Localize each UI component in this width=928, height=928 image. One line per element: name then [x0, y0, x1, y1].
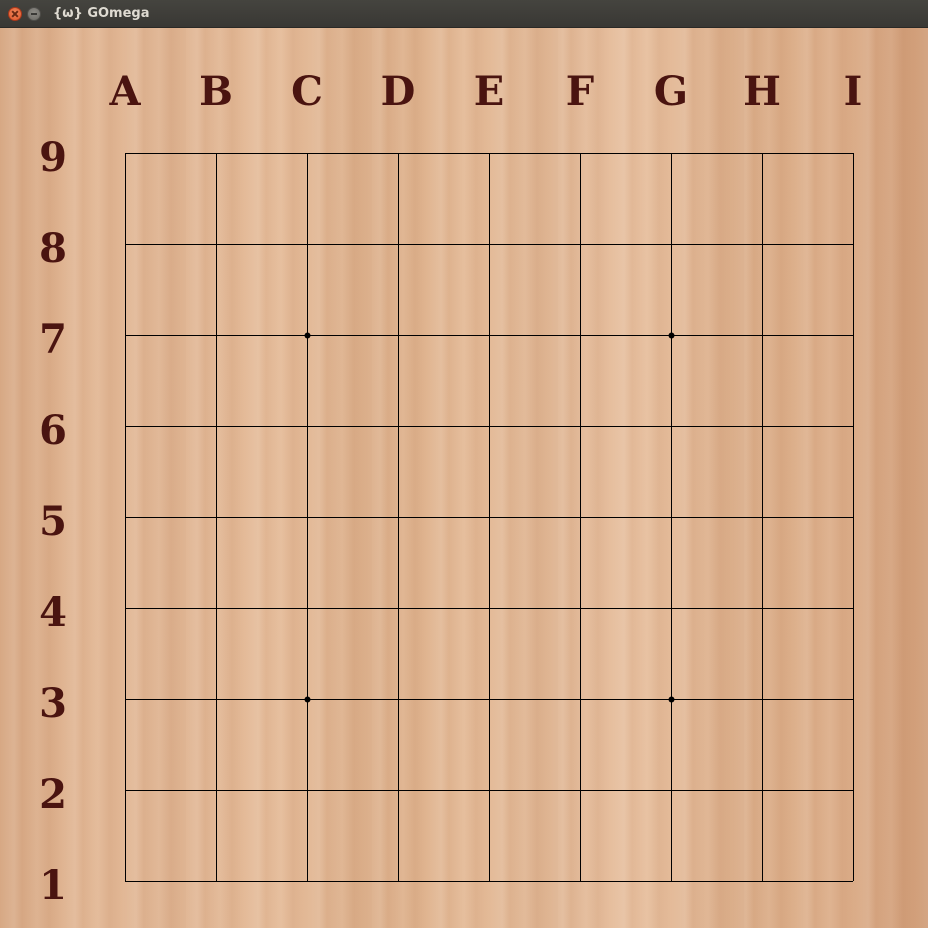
- intersection-D5[interactable]: [378, 497, 418, 537]
- board-grid[interactable]: [0, 28, 928, 928]
- intersection-F6[interactable]: [560, 406, 600, 446]
- intersection-F1[interactable]: [560, 861, 600, 901]
- intersection-E8[interactable]: [469, 224, 509, 264]
- intersection-I3[interactable]: [833, 679, 873, 719]
- intersection-G6[interactable]: [651, 406, 691, 446]
- intersection-E7[interactable]: [469, 315, 509, 355]
- intersection-D6[interactable]: [378, 406, 418, 446]
- intersection-F9[interactable]: [560, 133, 600, 173]
- intersection-G1[interactable]: [651, 861, 691, 901]
- intersection-A6[interactable]: [105, 406, 145, 446]
- intersection-F8[interactable]: [560, 224, 600, 264]
- intersection-B4[interactable]: [196, 588, 236, 628]
- intersection-I2[interactable]: [833, 770, 873, 810]
- intersection-I7[interactable]: [833, 315, 873, 355]
- intersection-A1[interactable]: [105, 861, 145, 901]
- intersection-E5[interactable]: [469, 497, 509, 537]
- intersection-A2[interactable]: [105, 770, 145, 810]
- intersection-D4[interactable]: [378, 588, 418, 628]
- intersection-D2[interactable]: [378, 770, 418, 810]
- intersection-B3[interactable]: [196, 679, 236, 719]
- intersection-H4[interactable]: [742, 588, 782, 628]
- intersection-B7[interactable]: [196, 315, 236, 355]
- intersection-C8[interactable]: [287, 224, 327, 264]
- intersection-A5[interactable]: [105, 497, 145, 537]
- intersection-F5[interactable]: [560, 497, 600, 537]
- intersection-F2[interactable]: [560, 770, 600, 810]
- intersection-G3[interactable]: [651, 679, 691, 719]
- intersection-D1[interactable]: [378, 861, 418, 901]
- intersection-I1[interactable]: [833, 861, 873, 901]
- intersection-H3[interactable]: [742, 679, 782, 719]
- intersection-C3[interactable]: [287, 679, 327, 719]
- title-bar[interactable]: {ω} GOmega: [0, 0, 928, 28]
- intersection-A8[interactable]: [105, 224, 145, 264]
- intersection-F7[interactable]: [560, 315, 600, 355]
- intersection-A9[interactable]: [105, 133, 145, 173]
- app-window: {ω} GOmega ABCDEFGHI 987654321: [0, 0, 928, 928]
- intersection-B2[interactable]: [196, 770, 236, 810]
- intersection-E9[interactable]: [469, 133, 509, 173]
- intersection-A4[interactable]: [105, 588, 145, 628]
- intersection-I4[interactable]: [833, 588, 873, 628]
- intersection-E6[interactable]: [469, 406, 509, 446]
- intersection-F4[interactable]: [560, 588, 600, 628]
- window-title: {ω} GOmega: [53, 6, 150, 21]
- intersection-C9[interactable]: [287, 133, 327, 173]
- intersection-D8[interactable]: [378, 224, 418, 264]
- intersection-I5[interactable]: [833, 497, 873, 537]
- intersection-B6[interactable]: [196, 406, 236, 446]
- intersection-H7[interactable]: [742, 315, 782, 355]
- intersection-E1[interactable]: [469, 861, 509, 901]
- intersection-B1[interactable]: [196, 861, 236, 901]
- intersection-D7[interactable]: [378, 315, 418, 355]
- intersection-G2[interactable]: [651, 770, 691, 810]
- intersection-C1[interactable]: [287, 861, 327, 901]
- intersection-C5[interactable]: [287, 497, 327, 537]
- intersection-H6[interactable]: [742, 406, 782, 446]
- intersection-E2[interactable]: [469, 770, 509, 810]
- intersection-B9[interactable]: [196, 133, 236, 173]
- intersection-B8[interactable]: [196, 224, 236, 264]
- intersection-I9[interactable]: [833, 133, 873, 173]
- intersection-G4[interactable]: [651, 588, 691, 628]
- intersection-B5[interactable]: [196, 497, 236, 537]
- go-board[interactable]: ABCDEFGHI 987654321: [0, 28, 928, 928]
- intersection-H5[interactable]: [742, 497, 782, 537]
- intersection-A3[interactable]: [105, 679, 145, 719]
- intersection-E3[interactable]: [469, 679, 509, 719]
- intersection-G8[interactable]: [651, 224, 691, 264]
- intersection-H8[interactable]: [742, 224, 782, 264]
- intersection-E4[interactable]: [469, 588, 509, 628]
- intersection-H1[interactable]: [742, 861, 782, 901]
- intersection-C7[interactable]: [287, 315, 327, 355]
- intersection-H2[interactable]: [742, 770, 782, 810]
- intersection-C4[interactable]: [287, 588, 327, 628]
- intersection-C6[interactable]: [287, 406, 327, 446]
- intersection-G5[interactable]: [651, 497, 691, 537]
- intersection-F3[interactable]: [560, 679, 600, 719]
- intersection-I8[interactable]: [833, 224, 873, 264]
- intersection-C2[interactable]: [287, 770, 327, 810]
- intersection-H9[interactable]: [742, 133, 782, 173]
- intersection-D9[interactable]: [378, 133, 418, 173]
- intersection-G9[interactable]: [651, 133, 691, 173]
- intersection-A7[interactable]: [105, 315, 145, 355]
- intersection-G7[interactable]: [651, 315, 691, 355]
- minimize-icon[interactable]: [27, 7, 41, 21]
- intersection-I6[interactable]: [833, 406, 873, 446]
- close-icon[interactable]: [8, 7, 22, 21]
- intersection-D3[interactable]: [378, 679, 418, 719]
